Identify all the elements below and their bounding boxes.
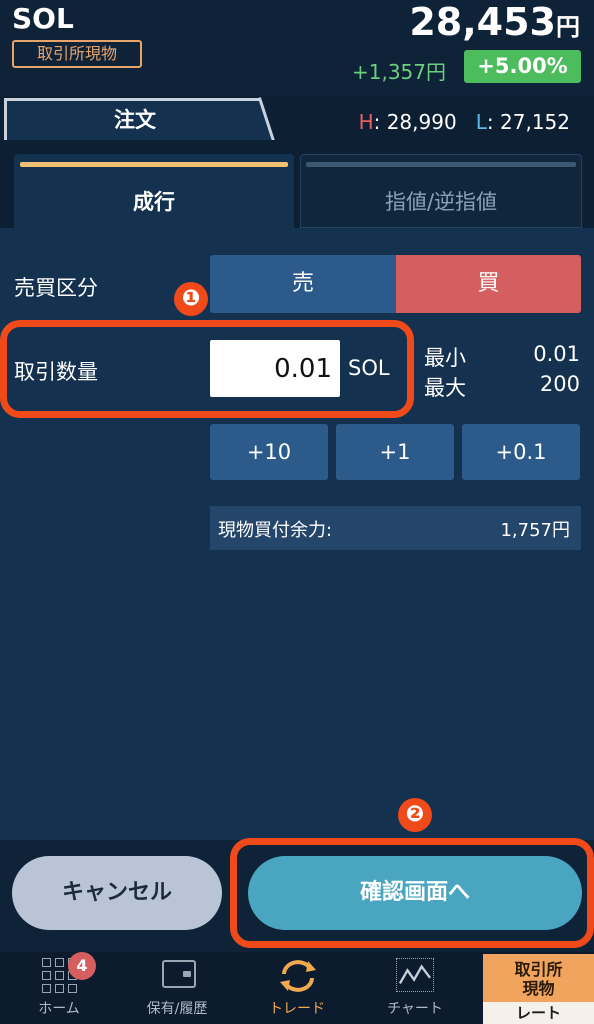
step-plus-0-1-button[interactable]: +0.1	[462, 424, 580, 480]
nav-holdings[interactable]: 保有/履歴	[118, 998, 236, 1018]
high-value: : 28,990	[373, 110, 457, 134]
nav-trade[interactable]: トレード	[238, 998, 356, 1018]
wallet-icon[interactable]	[162, 960, 196, 988]
home-notification-badge: 4	[68, 952, 96, 980]
grid-cell	[42, 958, 51, 967]
price-value: 28,453	[409, 0, 556, 44]
nav-rate-market-label: 取引所 現物	[483, 960, 594, 998]
grid-cell	[55, 971, 64, 980]
price-change-value: +1,357円	[351, 60, 446, 84]
tab-limit-indicator	[306, 162, 576, 167]
min-value: 0.01	[533, 342, 580, 366]
price-change-pct-badge: +5.00%	[464, 50, 581, 83]
nav-chart[interactable]: チャート	[356, 998, 474, 1018]
rate-top-line1: 取引所	[514, 960, 563, 979]
tab-limit-label: 指値/逆指値	[384, 190, 498, 214]
high-letter: H	[358, 110, 374, 134]
max-value: 200	[539, 372, 580, 396]
grid-cell	[55, 984, 64, 993]
low-value: : 27,152	[486, 110, 570, 134]
grid-cell	[42, 984, 51, 993]
callout-1-highlight	[0, 320, 414, 418]
cancel-button[interactable]: キャンセル	[12, 856, 222, 930]
symbol-title: SOL	[12, 2, 74, 35]
callout-1-number: ❶	[174, 282, 208, 316]
callout-2-highlight	[230, 838, 594, 948]
step-plus-1-button[interactable]: +1	[336, 424, 454, 480]
buying-power-value: 1,757円	[500, 520, 570, 541]
market-badge: 取引所現物	[12, 40, 142, 68]
price-unit: 円	[556, 13, 580, 41]
tab-order-label: 注文	[114, 108, 156, 132]
buy-button[interactable]: 買	[396, 255, 581, 313]
high-low-readout: H: 28,990 L: 27,152	[359, 110, 570, 134]
sell-button[interactable]: 売	[210, 255, 396, 313]
min-label: 最小	[424, 346, 466, 370]
tab-market-indicator	[20, 162, 288, 167]
nav-home[interactable]: ホーム	[0, 998, 118, 1018]
chart-icon[interactable]	[396, 958, 434, 992]
grid-cell	[42, 971, 51, 980]
callout-2-number: ❷	[398, 798, 432, 832]
step-plus-10-button[interactable]: +10	[210, 424, 328, 480]
rate-top-line2: 現物	[522, 979, 555, 998]
exchange-arrows-icon[interactable]	[278, 958, 318, 994]
max-label: 最大	[424, 376, 466, 400]
nav-rate-label: レート	[483, 1002, 594, 1024]
side-label: 売買区分	[14, 276, 98, 300]
tab-market-label: 成行	[133, 190, 175, 214]
buying-power-label: 現物買付余力:	[218, 520, 333, 541]
low-letter: L	[475, 110, 487, 134]
current-price: 28,453円	[409, 0, 580, 44]
grid-cell	[55, 958, 64, 967]
grid-cell	[68, 984, 77, 993]
